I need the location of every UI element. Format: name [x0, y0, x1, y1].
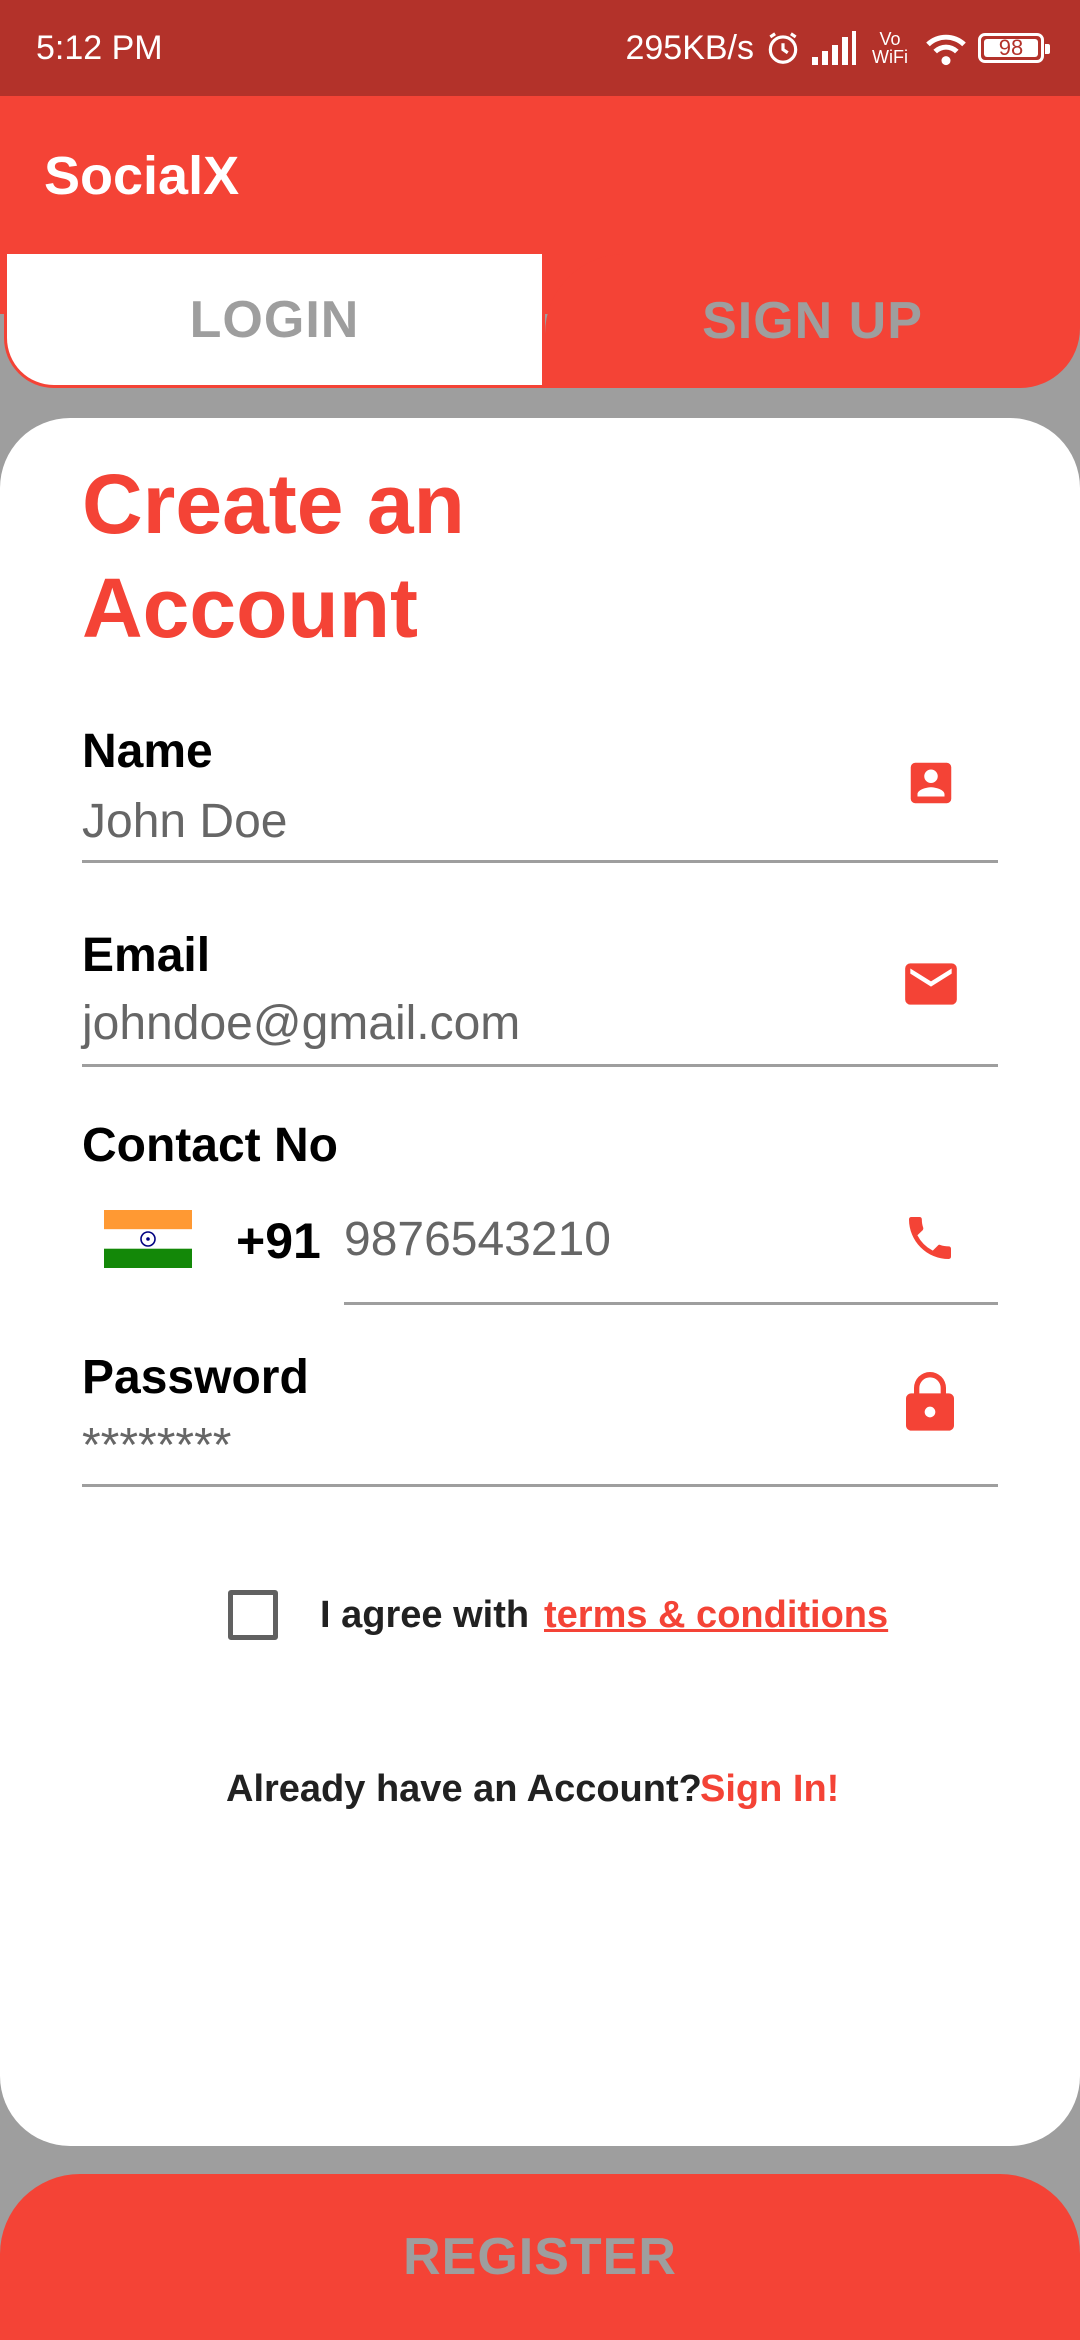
contact-label: Contact No	[82, 1119, 338, 1172]
india-flag-icon[interactable]	[104, 1210, 192, 1268]
terms-link[interactable]: terms & conditions	[544, 1594, 888, 1637]
name-underline	[82, 860, 998, 863]
name-label: Name	[82, 725, 213, 778]
signal-icon	[812, 31, 856, 65]
already-account-text: Already have an Account?	[226, 1768, 702, 1810]
email-label: Email	[82, 929, 211, 982]
password-input[interactable]: ********	[82, 1418, 231, 1473]
lock-icon	[906, 1372, 954, 1431]
battery-icon: 98	[978, 33, 1050, 63]
phone-input[interactable]: 9876543210	[344, 1212, 611, 1267]
phone-underline	[344, 1302, 998, 1305]
wifi-icon	[926, 34, 966, 66]
tab-login[interactable]: LOGIN	[4, 254, 545, 388]
mail-icon	[905, 963, 957, 1005]
alarm-icon	[768, 32, 798, 64]
app-bar: SocialX	[0, 96, 1080, 256]
terms-checkbox[interactable]	[228, 1590, 278, 1640]
country-code[interactable]: +91	[236, 1212, 321, 1270]
status-icons: 295KB/s Vo WiFi 98	[625, 28, 1050, 68]
name-input[interactable]: John Doe	[82, 794, 287, 849]
tab-signup[interactable]: SIGN UP	[545, 254, 1080, 388]
password-label: Password	[82, 1351, 309, 1404]
status-bar: 5:12 PM 295KB/s Vo WiFi 98	[0, 0, 1080, 96]
page-title: Create an Account	[82, 457, 465, 655]
agree-text: I agree with	[320, 1594, 530, 1636]
battery-level: 98	[998, 35, 1024, 60]
password-underline	[82, 1484, 998, 1487]
net-speed: 295KB/s	[625, 28, 754, 67]
register-button[interactable]: REGISTER	[0, 2174, 1080, 2340]
email-input[interactable]: johndoe@gmail.com	[82, 996, 520, 1051]
volte-wifi-label: Vo WiFi	[872, 29, 908, 67]
status-time: 5:12 PM	[36, 28, 163, 67]
account-box-icon	[910, 762, 952, 804]
app-title: SocialX	[44, 146, 240, 206]
sign-in-link[interactable]: Sign In!	[700, 1768, 839, 1811]
phone-icon	[909, 1217, 951, 1259]
auth-tabs: LOGIN SIGN UP	[4, 254, 1080, 388]
email-underline	[82, 1064, 998, 1067]
signup-card	[0, 418, 1080, 2146]
